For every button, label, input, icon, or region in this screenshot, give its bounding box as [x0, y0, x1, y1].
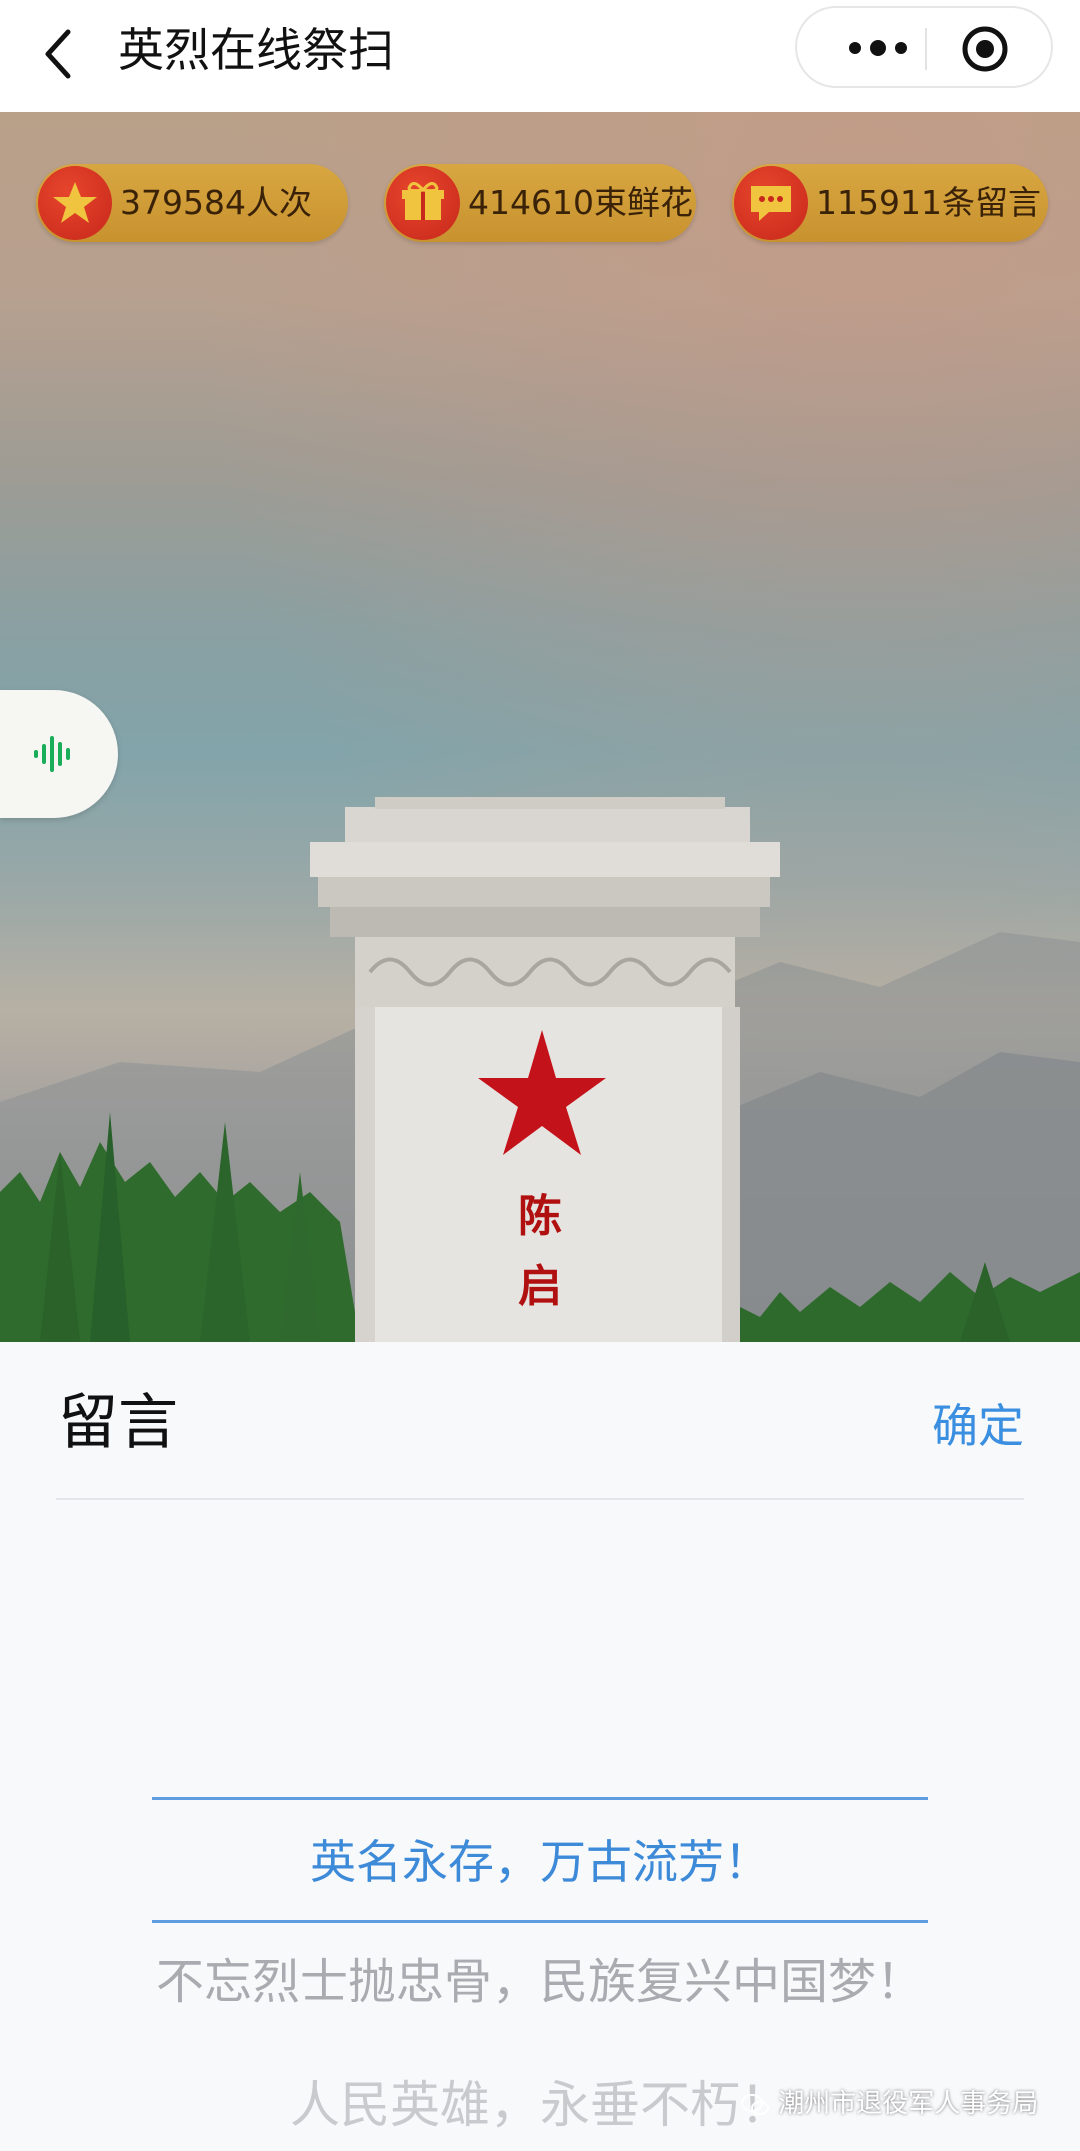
chevron-left-icon	[45, 29, 71, 79]
watermark-text: 潮州市退役军人事务局	[778, 2089, 1039, 2119]
visit-count-pill: 379584人次	[36, 164, 348, 242]
source-watermark: 潮州市退役军人事务局	[740, 2083, 1038, 2120]
sound-wave-icon	[34, 736, 70, 772]
memorial-scene: 陈 启 379584人次 414610束鲜花 115911条留言	[0, 112, 1080, 1342]
sheet-divider	[56, 1498, 1024, 1500]
monument-name-char: 陈	[518, 1191, 562, 1242]
sheet-title: 留言	[58, 1388, 178, 1458]
navigation-bar: 英烈在线祭扫	[0, 0, 1080, 112]
confirm-button[interactable]: 确定	[932, 1398, 1024, 1454]
gift-icon	[402, 182, 444, 220]
monument-illustration	[0, 797, 1080, 1342]
monument-name-char: 启	[518, 1261, 562, 1312]
wechat-icon	[741, 2093, 769, 2115]
back-button[interactable]	[38, 22, 82, 86]
flower-count: 414610束鲜花	[468, 183, 693, 222]
star-icon	[53, 182, 97, 223]
message-picker-sheet: 留言 确定 英名永存，万古流芳！ 不忘烈士抛忠骨，民族复兴中国梦！ 人民英雄，永…	[0, 1342, 1080, 2151]
visit-count: 379584人次	[120, 183, 312, 222]
picker-indicator-top	[152, 1797, 928, 1800]
flower-count-pill: 414610束鲜花	[384, 164, 696, 242]
more-dots-icon	[849, 40, 907, 56]
message-count: 115911条留言	[816, 183, 1041, 222]
mini-program-capsule	[795, 6, 1053, 88]
picker-option-selected[interactable]: 英名永存，万古流芳！	[0, 1820, 1080, 1904]
target-icon	[962, 26, 1008, 72]
page-title: 英烈在线祭扫	[118, 23, 394, 77]
message-icon	[751, 186, 791, 221]
picker-option[interactable]: 不忘烈士抛忠骨，民族复兴中国梦！	[0, 1936, 1080, 2028]
capsule-divider	[925, 28, 927, 70]
picker-indicator-bottom	[152, 1920, 928, 1923]
close-mini-program-button[interactable]	[960, 24, 1010, 74]
message-count-pill: 115911条留言	[732, 164, 1048, 242]
more-menu-button[interactable]	[833, 28, 923, 68]
